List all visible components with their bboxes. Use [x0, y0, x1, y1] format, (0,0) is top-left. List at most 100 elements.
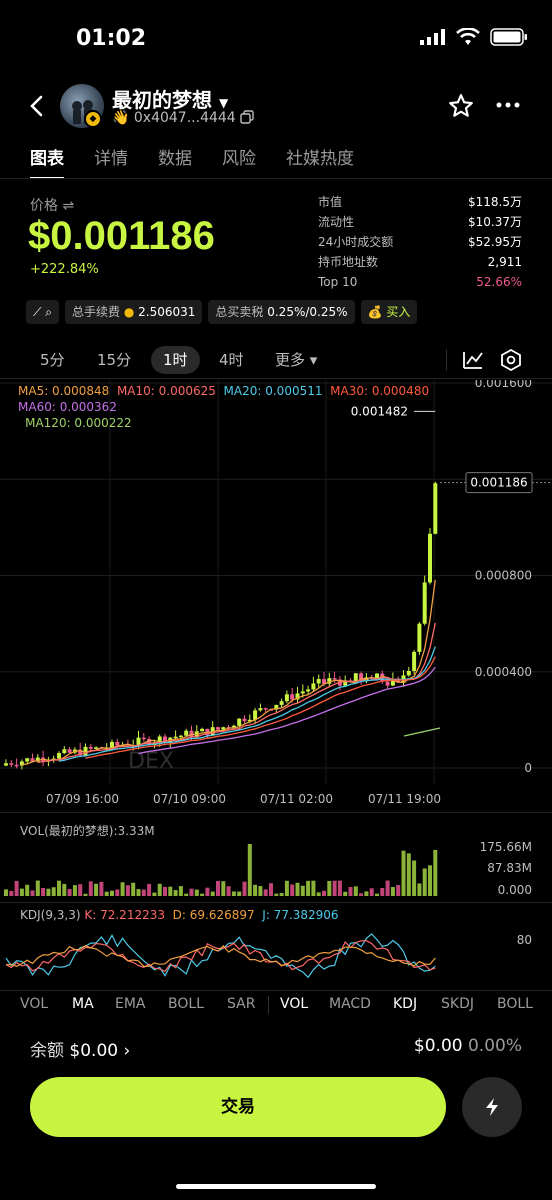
candle-body	[14, 764, 19, 767]
volume-bar	[157, 883, 162, 896]
price-chart[interactable]: 0.0016000.0012000.0008000.0004000DEX0.00…	[0, 380, 552, 820]
volume-bar	[131, 882, 136, 896]
volume-bar	[353, 886, 358, 896]
hand-icon: 👋	[112, 110, 130, 126]
tools-chip[interactable]: ⟋ ⌕	[26, 300, 59, 324]
ma5-label: MA5: 0.000848	[18, 384, 110, 398]
volume-bar	[300, 885, 305, 896]
candle-body	[433, 483, 438, 534]
tab-data[interactable]: 数据	[158, 144, 192, 179]
vol-tick-label: 0.000	[498, 883, 532, 897]
current-price-label: 0.001186	[470, 476, 527, 490]
copy-icon[interactable]	[240, 110, 254, 124]
volume-bar	[337, 880, 342, 896]
trade-button[interactable]: 交易	[30, 1077, 446, 1137]
kdj-chart[interactable]: 80	[0, 924, 552, 988]
stat-top10: Top 10 52.66%	[318, 275, 522, 289]
volume-bar	[279, 893, 284, 896]
volume-bar	[348, 887, 353, 896]
ind-vol-main[interactable]: VOL	[20, 996, 48, 1012]
volume-bar	[380, 888, 385, 896]
vol-tick-label: 87.83M	[487, 861, 532, 875]
volume-bar	[359, 893, 364, 896]
candle-body	[306, 689, 311, 692]
star-icon[interactable]	[448, 93, 474, 119]
volume-bar	[205, 887, 210, 896]
candle-body	[141, 737, 146, 740]
volume-bar	[263, 889, 268, 896]
volume-bar	[194, 889, 199, 896]
chevron-right-icon: ›	[123, 1041, 131, 1061]
token-stats: 市值 $118.5万 流动性 $10.37万 24小时成交额 $52.95万 持币地址…	[318, 192, 522, 292]
volume-bar	[311, 880, 316, 896]
candle-body	[83, 746, 88, 756]
volume-bar	[163, 886, 167, 896]
token-name[interactable]: 最初的梦想 ▼	[112, 84, 228, 113]
volume-label: VOL(最初的梦想):3.33M	[20, 824, 155, 838]
timeframe-divider	[0, 378, 552, 379]
volume-bar	[147, 883, 152, 896]
tf-4h[interactable]: 4时	[219, 346, 244, 374]
tab-risk[interactable]: 风险	[222, 144, 256, 179]
stat-holders: 持币地址数 2,911	[318, 255, 522, 269]
volume-bar	[375, 893, 379, 896]
volume-bar	[396, 885, 401, 896]
ind-macd[interactable]: MACD	[329, 996, 371, 1012]
ind-boll-sub[interactable]: BOLL	[497, 996, 533, 1012]
candle-body	[216, 727, 220, 730]
candle-body	[136, 737, 141, 746]
tax-chip[interactable]: 总买卖税 0.25%/0.25%	[208, 300, 355, 324]
volume-bar	[269, 883, 273, 896]
candle-body	[263, 708, 268, 710]
indicator-icon[interactable]	[462, 350, 484, 370]
y-tick-label: 0.000800	[475, 569, 532, 583]
candle-body	[300, 691, 305, 694]
volume-bar	[19, 888, 24, 896]
battery-icon	[490, 28, 527, 46]
ma120-label: MA120: 0.000222	[25, 416, 132, 430]
volume-chart[interactable]: 175.66M 87.83M 0.000	[0, 838, 552, 900]
volume-bar	[417, 883, 422, 896]
volume-bar	[25, 884, 30, 896]
x-tick-2: 07/11 02:00	[260, 792, 333, 806]
tab-social[interactable]: 社媒热度	[286, 144, 354, 179]
ind-skdj[interactable]: SKDJ	[441, 996, 474, 1012]
fee-chip[interactable]: 总手续费 ● 2.506031	[64, 300, 203, 324]
candle-body	[422, 582, 427, 624]
ind-kdj[interactable]: KDJ	[393, 996, 417, 1012]
price-label: 价格 ⇌	[30, 198, 75, 214]
settings-icon[interactable]	[500, 349, 522, 371]
ind-sar[interactable]: SAR	[227, 996, 255, 1012]
ind-ema[interactable]: EMA	[115, 996, 146, 1012]
volume-bar	[327, 880, 332, 896]
tf-more[interactable]: 更多 ▾	[275, 346, 317, 374]
volume-bar	[428, 865, 432, 896]
tf-5m[interactable]: 5分	[40, 346, 65, 374]
volume-bar	[67, 888, 72, 896]
candle-body	[253, 710, 258, 720]
tf-1h[interactable]: 1时	[151, 346, 200, 374]
volume-bar	[253, 884, 258, 896]
price-change: +222.84%	[30, 262, 99, 277]
volume-bar	[115, 889, 120, 896]
candle-body	[25, 758, 30, 762]
tf-15m[interactable]: 15分	[97, 346, 131, 374]
tab-details[interactable]: 详情	[94, 144, 128, 179]
back-icon[interactable]	[28, 95, 46, 117]
candle-body	[316, 679, 321, 684]
volume-bar	[369, 888, 374, 896]
buy-chip[interactable]: 💰 买入	[360, 300, 418, 324]
candle-body	[173, 736, 178, 739]
ind-boll-main[interactable]: BOLL	[168, 996, 204, 1012]
quick-trade-button[interactable]	[462, 1077, 522, 1137]
token-address[interactable]: 👋 0x4047...4444	[112, 110, 254, 126]
volume-bar	[385, 880, 390, 896]
ind-ma[interactable]: MA	[72, 996, 94, 1012]
balance[interactable]: 余额 $0.00 ›	[30, 1036, 130, 1061]
ind-vol-sub[interactable]: VOL	[280, 996, 308, 1012]
tab-chart[interactable]: 图表	[30, 144, 64, 179]
volume-bar	[30, 890, 35, 896]
volume-bar	[72, 885, 77, 896]
swap-icon[interactable]: ⇌	[62, 198, 74, 214]
more-icon[interactable]	[496, 102, 520, 108]
